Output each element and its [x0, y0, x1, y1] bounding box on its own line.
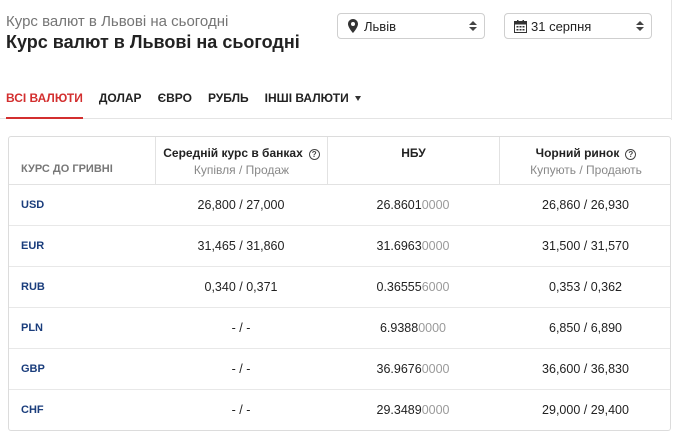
table-row[interactable]: PLN - / - 6.93880000 6,850 / 6,890 [9, 308, 670, 349]
table-row[interactable]: GBP - / - 36.96760000 36,600 / 36,830 [9, 349, 670, 390]
bank-rate: - / - [231, 362, 251, 376]
nbu-rate-rest: 0000 [418, 321, 447, 335]
select-arrows-icon [635, 21, 645, 31]
header-cell-currency: КУРС ДО ГРИВНІ [9, 137, 155, 185]
city-select[interactable]: Львів [337, 13, 485, 39]
nbu-rate-main: 36.9676 [376, 362, 422, 376]
nbu-rate: 0.365556000 [327, 267, 499, 307]
header-cell-banks: Середній курс в банках? Купівля / Продаж [155, 137, 327, 185]
nbu-rate-main: 0.36555 [376, 280, 422, 294]
header-cell-nbu: НБУ [327, 137, 499, 185]
date-select[interactable]: 31 серпня [504, 13, 652, 39]
tab-all-currencies[interactable]: ВСІ ВАЛЮТИ [6, 83, 83, 119]
header-banks-title: Середній курс в банках [163, 146, 303, 160]
black-market-rate: 0,353 / 0,362 [549, 280, 622, 294]
nbu-rate-rest: 6000 [421, 280, 450, 294]
nbu-rate: 6.93880000 [327, 308, 499, 348]
header-black-title: Чорний ринок [535, 146, 620, 160]
rates-table: КУРС ДО ГРИВНІ Середній курс в банках? К… [8, 136, 671, 431]
bank-rate: - / - [231, 321, 251, 335]
tab-ruble[interactable]: РУБЛЬ [208, 83, 249, 119]
table-row[interactable]: EUR 31,465 / 31,860 31.69630000 31,500 /… [9, 226, 670, 267]
bank-rate: 31,465 / 31,860 [197, 239, 285, 253]
currency-code[interactable]: GBP [21, 349, 151, 389]
nbu-rate-main: 6.9388 [379, 321, 419, 335]
black-market-rate: 26,860 / 26,930 [542, 198, 629, 212]
tab-dollar[interactable]: ДОЛАР [99, 83, 142, 119]
city-select-value: Львів [364, 18, 397, 34]
black-market-rate: 36,600 / 36,830 [542, 362, 629, 376]
nbu-rate: 26.86010000 [327, 185, 499, 225]
info-icon[interactable]: ? [308, 149, 320, 160]
black-market-rate: 29,000 / 29,400 [542, 403, 629, 417]
bank-rate: - / - [231, 403, 251, 417]
currency-code[interactable]: RUB [21, 267, 151, 307]
currency-code[interactable]: USD [21, 185, 151, 225]
caret-down-icon [354, 96, 361, 102]
tab-other-label: ІНШІ ВАЛЮТИ [264, 91, 349, 105]
nbu-rate-rest: 0000 [421, 198, 450, 212]
table-header: КУРС ДО ГРИВНІ Середній курс в банках? К… [9, 137, 670, 185]
calendar-icon [511, 19, 529, 33]
header-right-divider [671, 0, 672, 120]
info-icon[interactable]: ? [625, 149, 637, 160]
nbu-rate-main: 31.6963 [376, 239, 422, 253]
currency-tabs: ВСІ ВАЛЮТИ ДОЛАР ЄВРО РУБЛЬ ІНШІ ВАЛЮТИ [6, 83, 377, 119]
select-arrows-icon [468, 21, 478, 31]
header-nbu-title: НБУ [401, 146, 426, 160]
page-subtitle: Курс валют в Львові на сьогодні [6, 13, 229, 30]
nbu-rate-main: 26.8601 [376, 198, 422, 212]
table-row[interactable]: CHF - / - 29.34890000 29,000 / 29,400 [9, 390, 670, 430]
tab-other-currencies[interactable]: ІНШІ ВАЛЮТИ [265, 83, 361, 119]
page-title: Курс валют в Львові на сьогодні [6, 32, 300, 52]
bank-rate: 0,340 / 0,371 [204, 280, 278, 294]
table-row[interactable]: RUB 0,340 / 0,371 0.365556000 0,353 / 0,… [9, 267, 670, 308]
header-black-sub: Купують / Продають [530, 163, 642, 177]
nbu-rate-rest: 0000 [421, 403, 450, 417]
date-select-value: 31 серпня [531, 18, 592, 34]
map-pin-icon [344, 19, 362, 33]
tab-euro[interactable]: ЄВРО [158, 83, 192, 119]
header-banks-sub: Купівля / Продаж [193, 163, 290, 177]
bank-rate: 26,800 / 27,000 [197, 198, 285, 212]
nbu-rate: 29.34890000 [327, 390, 499, 430]
nbu-rate-main: 29.3489 [376, 403, 422, 417]
currency-code[interactable]: CHF [21, 390, 151, 430]
table-row[interactable]: USD 26,800 / 27,000 26.86010000 26,860 /… [9, 185, 670, 226]
nbu-rate: 31.69630000 [327, 226, 499, 266]
currency-code[interactable]: PLN [21, 308, 151, 348]
nbu-rate-rest: 0000 [421, 239, 450, 253]
black-market-rate: 6,850 / 6,890 [549, 321, 622, 335]
header-label-rate: КУРС ДО ГРИВНІ [21, 163, 113, 175]
nbu-rate-rest: 0000 [421, 362, 450, 376]
nbu-rate: 36.96760000 [327, 349, 499, 389]
black-market-rate: 31,500 / 31,570 [542, 239, 629, 253]
header-cell-black-market: Чорний ринок? Купують / Продають [499, 137, 670, 185]
currency-code[interactable]: EUR [21, 226, 151, 266]
